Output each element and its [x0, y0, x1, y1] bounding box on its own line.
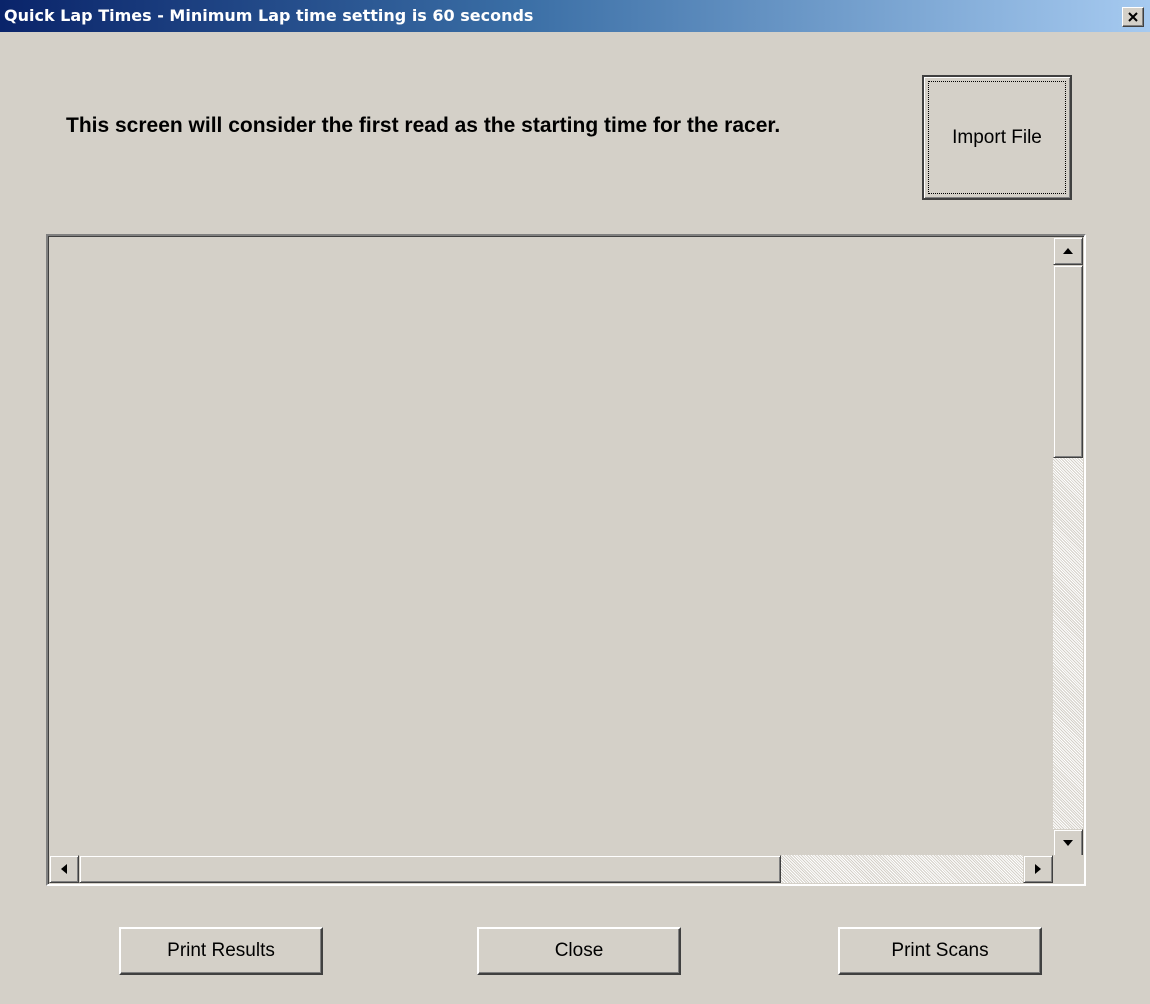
- import-file-button[interactable]: Import File: [922, 75, 1072, 200]
- close-window-button[interactable]: [1122, 7, 1144, 27]
- import-file-label: Import File: [952, 127, 1042, 148]
- scroll-left-button[interactable]: [49, 855, 79, 883]
- arrow-down-icon: [1063, 840, 1073, 846]
- print-results-button[interactable]: Print Results: [119, 927, 323, 975]
- scrollbar-corner: [1053, 855, 1083, 883]
- horizontal-scroll-thumb[interactable]: [79, 855, 781, 883]
- print-scans-label: Print Scans: [891, 940, 989, 961]
- scroll-up-button[interactable]: [1053, 237, 1083, 265]
- quick-lap-times-window: Quick Lap Times - Minimum Lap time setti…: [0, 0, 1150, 1004]
- close-label: Close: [554, 940, 604, 961]
- arrow-right-icon: [1035, 864, 1041, 874]
- instruction-text: This screen will consider the first read…: [66, 114, 781, 137]
- scroll-right-button[interactable]: [1023, 855, 1053, 883]
- arrow-up-icon: [1063, 248, 1073, 254]
- results-list[interactable]: [46, 234, 1086, 886]
- vertical-scroll-thumb[interactable]: [1053, 265, 1083, 458]
- close-button[interactable]: Close: [477, 927, 681, 975]
- arrow-left-icon: [61, 864, 67, 874]
- vertical-scrollbar[interactable]: [1053, 237, 1083, 857]
- title-bar[interactable]: Quick Lap Times - Minimum Lap time setti…: [0, 0, 1150, 32]
- scroll-down-button[interactable]: [1053, 829, 1083, 857]
- window-title: Quick Lap Times - Minimum Lap time setti…: [4, 6, 534, 25]
- horizontal-scrollbar[interactable]: [49, 855, 1053, 883]
- print-results-label: Print Results: [167, 940, 275, 961]
- print-scans-button[interactable]: Print Scans: [838, 927, 1042, 975]
- close-icon: [1128, 12, 1138, 22]
